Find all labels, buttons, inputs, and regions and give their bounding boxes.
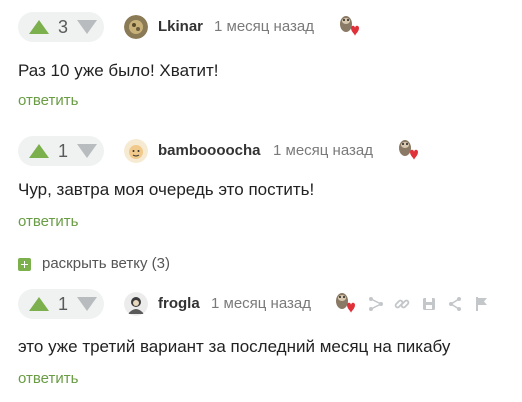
rating-count: 3 [57, 17, 68, 37]
flag-icon[interactable] [472, 295, 490, 313]
comment-time[interactable]: 1 месяц назад [273, 142, 373, 160]
comment-header: 1 frogla 1 месяц назад [18, 289, 518, 319]
reply-link[interactable]: ответить [18, 370, 78, 388]
avatar[interactable] [124, 292, 148, 316]
expand-thread-button[interactable]: раскрыть ветку (3) [18, 255, 170, 273]
author-name[interactable]: Lkinar [158, 18, 203, 36]
vote-up-icon[interactable] [29, 20, 49, 34]
comment-header: 1 bamboooocha 1 месяц назад [18, 136, 518, 166]
comment-text: Раз 10 уже было! Хватит! [18, 61, 219, 80]
vote-control: 1 [18, 136, 104, 166]
vote-down-icon[interactable] [77, 20, 97, 34]
comment-text: Чур, завтра моя очередь это постить! [18, 180, 315, 199]
comment-time[interactable]: 1 месяц назад [214, 18, 314, 36]
rating-count: 1 [57, 294, 68, 314]
vote-up-icon[interactable] [29, 297, 49, 311]
vote-control: 3 [18, 12, 104, 42]
award-badge-icon [336, 293, 355, 313]
vote-down-icon[interactable] [77, 297, 97, 311]
reply-link[interactable]: ответить [18, 213, 78, 231]
save-icon[interactable] [420, 295, 438, 313]
link-icon[interactable] [393, 295, 411, 313]
avatar[interactable] [124, 139, 148, 163]
rating-count: 1 [57, 141, 68, 161]
comment-text: это уже третий вариант за последний меся… [18, 337, 451, 356]
expand-thread-label: раскрыть ветку (3) [42, 255, 170, 272]
plus-icon [18, 257, 31, 271]
vote-down-icon[interactable] [77, 144, 97, 158]
reply-link[interactable]: ответить [18, 92, 78, 110]
author-name[interactable]: frogla [158, 295, 200, 313]
award-badge-icon [340, 16, 359, 36]
vote-up-icon[interactable] [29, 144, 49, 158]
tree-icon[interactable] [367, 295, 385, 313]
award-badge-icon [399, 140, 418, 160]
comment-time[interactable]: 1 месяц назад [211, 295, 311, 313]
vote-control: 1 [18, 289, 104, 319]
author-name[interactable]: bamboooocha [158, 142, 261, 160]
avatar[interactable] [124, 15, 148, 39]
comment-header: 3 Lkinar 1 месяц назад [18, 12, 518, 42]
share-icon[interactable] [446, 295, 464, 313]
